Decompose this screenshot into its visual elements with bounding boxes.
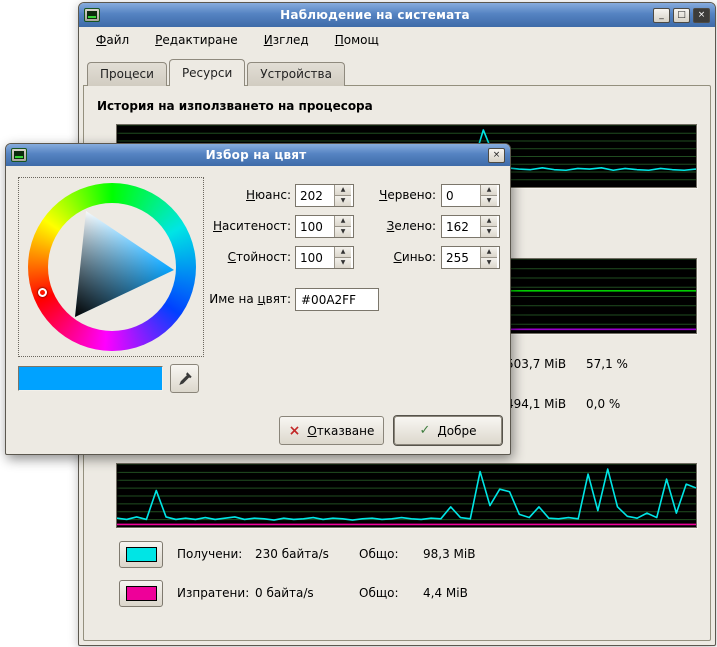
swap-used-percent: 0,0 %	[586, 397, 620, 411]
red-spin-down[interactable]: ▼	[481, 195, 497, 206]
app-icon-graph-line	[88, 16, 96, 18]
blue-spin-up[interactable]: ▲	[481, 247, 497, 257]
menu-help[interactable]: Помощ	[335, 33, 379, 47]
blue-spin-down[interactable]: ▼	[481, 257, 497, 268]
green-input[interactable]	[442, 216, 480, 237]
minimize-button[interactable]: _	[653, 8, 670, 23]
dialog-close-button[interactable]: ×	[488, 148, 505, 163]
red-spin-up[interactable]: ▲	[481, 185, 497, 195]
received-rate: 230 байта/s	[255, 547, 359, 561]
menubar: Файл Редактиране Изглед Помощ	[79, 27, 715, 53]
cancel-icon: ×	[289, 424, 301, 438]
dialog-app-icon	[11, 148, 27, 162]
desktop: Наблюдение на системата _ □ × Файл Редак…	[0, 0, 717, 647]
ok-button[interactable]: ✓ Добре	[394, 416, 502, 445]
network-received-row: Получени: 230 байта/s Общо: 98,3 MiB	[119, 540, 475, 568]
received-label: Получени:	[177, 547, 255, 561]
green-spin-up[interactable]: ▲	[481, 216, 497, 226]
menu-edit[interactable]: Редактиране	[155, 33, 238, 47]
app-icon	[84, 8, 100, 22]
cancel-label: Отказване	[307, 424, 374, 438]
red-input[interactable]	[442, 185, 480, 206]
memory-used-value: 503,7 MiB	[506, 357, 566, 371]
cancel-button[interactable]: × Отказване	[279, 416, 384, 445]
network-history-chart	[116, 463, 697, 528]
hue-label: Нюанс:	[161, 184, 291, 207]
received-color-button[interactable]	[119, 541, 163, 568]
swap-used-value: 494,1 MiB	[506, 397, 566, 411]
sent-color-swatch	[126, 586, 157, 601]
sent-color-button[interactable]	[119, 580, 163, 607]
hue-marker[interactable]	[38, 288, 47, 297]
sent-total-label: Общо:	[359, 586, 423, 600]
sent-total: 4,4 MiB	[423, 586, 468, 600]
memory-used-percent: 57,1 %	[586, 357, 628, 371]
close-button[interactable]: ×	[693, 8, 710, 23]
ok-label: Добре	[437, 424, 476, 438]
maximize-button[interactable]: □	[673, 8, 690, 23]
saturation-label: Наситеност:	[161, 215, 291, 238]
color-name-label: Име на цвят:	[161, 288, 291, 311]
green-label: Зелено:	[306, 215, 436, 238]
blue-input[interactable]	[442, 247, 480, 268]
tabstrip: Процеси Ресурси Устройства	[87, 59, 347, 86]
window-title: Наблюдение на системата	[100, 8, 650, 22]
value-label: Стойност:	[161, 246, 291, 269]
blue-label: Синьо:	[306, 246, 436, 269]
menu-file[interactable]: Файл	[96, 33, 129, 47]
network-chart-canvas	[117, 464, 696, 527]
tab-resources[interactable]: Ресурси	[169, 59, 245, 86]
cpu-history-heading: История на използването на процесора	[97, 99, 373, 113]
green-spinbox: ▲▼	[441, 215, 500, 238]
eyedropper-button[interactable]	[170, 364, 199, 393]
menu-view[interactable]: Изглед	[264, 33, 309, 47]
main-titlebar[interactable]: Наблюдение на системата _ □ ×	[79, 3, 715, 27]
dialog-app-icon-graph-line	[15, 156, 23, 158]
sent-label: Изпратени:	[177, 586, 255, 600]
ok-icon: ✓	[419, 424, 430, 438]
red-spinbox: ▲▼	[441, 184, 500, 207]
dialog-titlebar[interactable]: Избор на цвят ×	[6, 144, 510, 166]
received-total: 98,3 MiB	[423, 547, 475, 561]
dialog-title: Избор на цвят	[27, 148, 485, 162]
green-spin-down[interactable]: ▼	[481, 226, 497, 237]
tab-processes[interactable]: Процеси	[87, 62, 167, 86]
tab-devices[interactable]: Устройства	[247, 62, 345, 86]
color-name-input[interactable]	[295, 288, 379, 311]
red-label: Червено:	[306, 184, 436, 207]
network-sent-row: Изпратени: 0 байта/s Общо: 4,4 MiB	[119, 579, 468, 607]
blue-spinbox: ▲▼	[441, 246, 500, 269]
received-total-label: Общо:	[359, 547, 423, 561]
received-color-swatch	[126, 547, 157, 562]
color-preview	[18, 366, 163, 391]
sent-rate: 0 байта/s	[255, 586, 359, 600]
eyedropper-icon	[177, 371, 193, 387]
color-picker-dialog: Избор на цвят ×	[5, 143, 511, 455]
